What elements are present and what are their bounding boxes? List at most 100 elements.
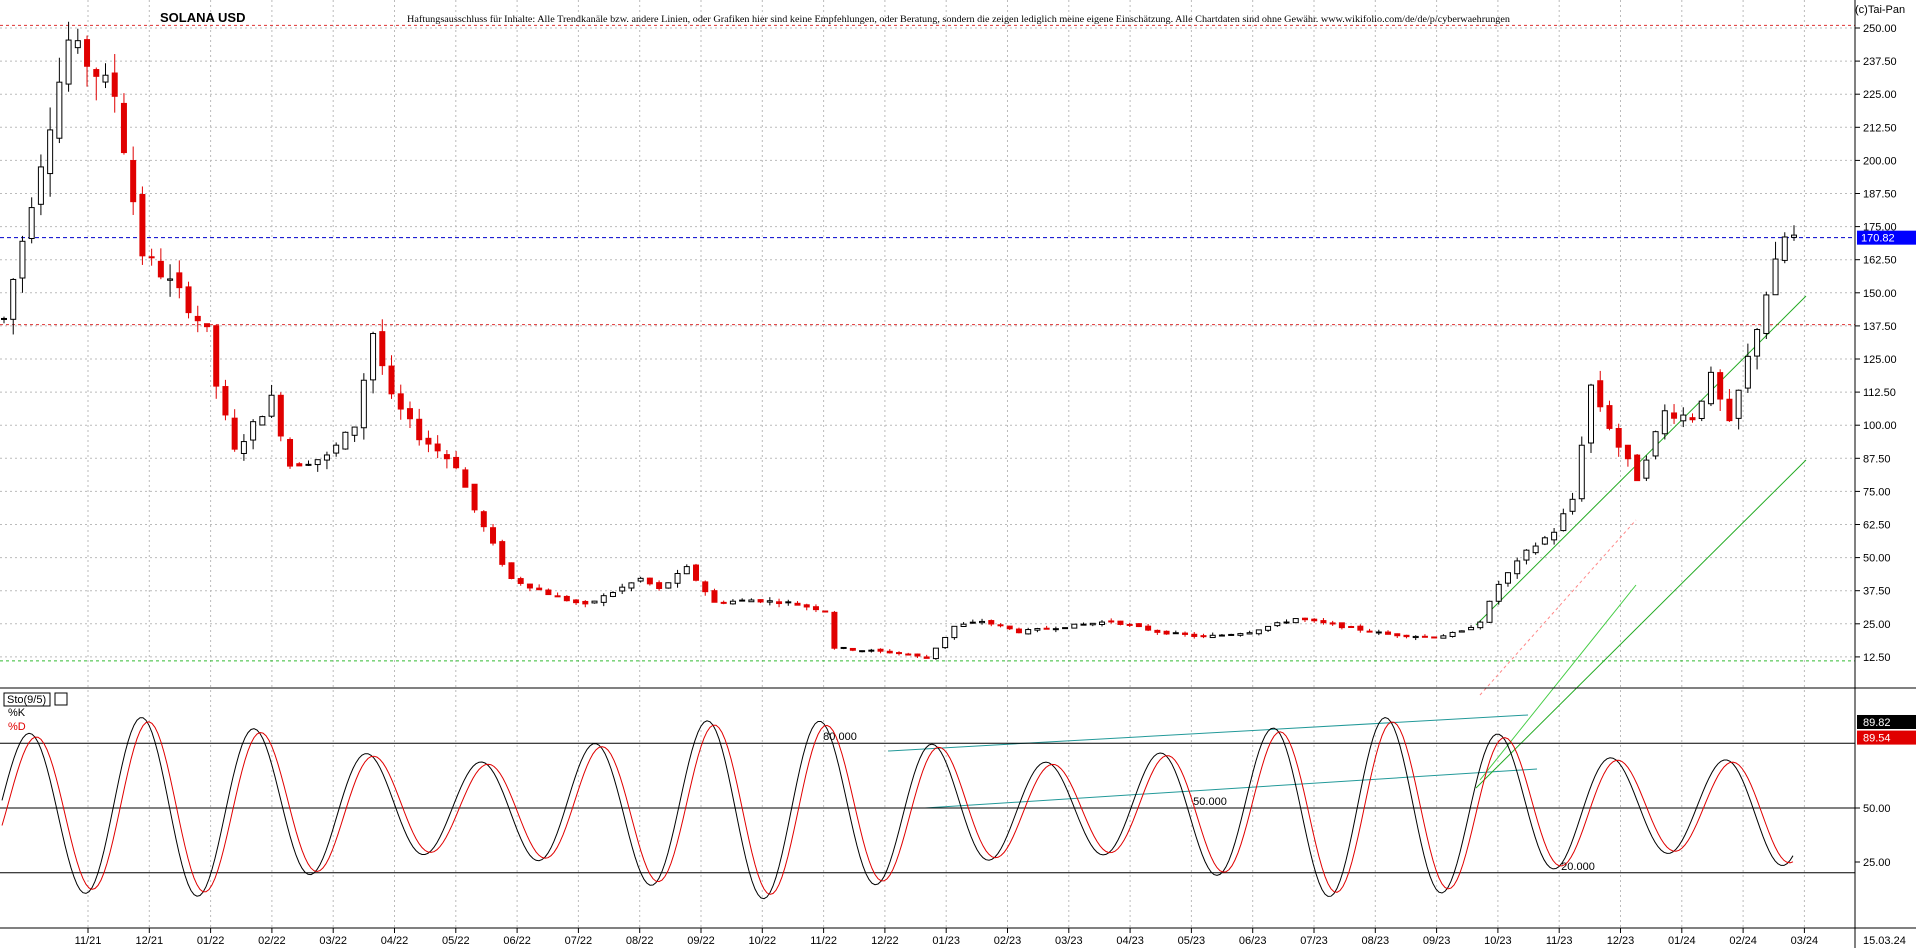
candle-body bbox=[47, 129, 54, 175]
y-tick-label: 100.00 bbox=[1863, 420, 1897, 432]
stoch-level-label: 20.000 bbox=[1561, 861, 1595, 873]
candle-body bbox=[1689, 417, 1696, 421]
candle-body bbox=[637, 577, 644, 582]
candle-body bbox=[74, 40, 81, 49]
candle-body bbox=[1744, 355, 1751, 389]
candle-body bbox=[1394, 633, 1401, 637]
candle-body bbox=[1615, 428, 1622, 448]
x-tick-label: 08/23 bbox=[1362, 935, 1390, 947]
candle-body bbox=[1781, 236, 1788, 261]
x-tick-label: 05/23 bbox=[1178, 935, 1206, 947]
y-tick-label: 237.50 bbox=[1863, 56, 1897, 68]
x-tick-label: 02/23 bbox=[994, 935, 1022, 947]
candle-body bbox=[812, 606, 819, 611]
y-tick-label: 75.00 bbox=[1863, 486, 1891, 498]
candle-body bbox=[1154, 629, 1161, 633]
x-tick-label: 10/23 bbox=[1484, 935, 1512, 947]
candle-body bbox=[1569, 498, 1576, 512]
candle-body bbox=[1200, 635, 1207, 638]
candle-body bbox=[646, 577, 653, 585]
candle-body bbox=[130, 160, 137, 203]
y-tick-label: 25.00 bbox=[1863, 619, 1891, 631]
candle-body bbox=[1671, 412, 1678, 419]
x-tick-label: 02/24 bbox=[1729, 935, 1757, 947]
candle-body bbox=[351, 426, 358, 436]
candle-body bbox=[222, 386, 229, 416]
candle-body bbox=[729, 600, 736, 605]
x-tick-label: 10/22 bbox=[749, 935, 777, 947]
candle-body bbox=[231, 417, 238, 450]
candle-body bbox=[28, 207, 35, 240]
candle-body bbox=[499, 541, 506, 565]
candle-body bbox=[1126, 623, 1133, 626]
candle-body bbox=[1791, 234, 1797, 238]
candle-body bbox=[969, 621, 976, 624]
candle-body bbox=[1717, 372, 1724, 400]
candle-body bbox=[1237, 633, 1244, 636]
x-tick-label: 01/24 bbox=[1668, 935, 1696, 947]
candle-body bbox=[1015, 628, 1022, 634]
candle-body bbox=[785, 601, 792, 604]
y-tick-label: 225.00 bbox=[1863, 89, 1897, 101]
candle-body bbox=[480, 511, 487, 528]
candle-body bbox=[886, 650, 893, 654]
candle-body bbox=[1283, 621, 1290, 624]
candle-body bbox=[305, 463, 312, 466]
candle-body bbox=[776, 601, 783, 605]
candle-body bbox=[822, 610, 829, 613]
last-d-label: 89.54 bbox=[1863, 733, 1891, 745]
candle-body bbox=[1634, 454, 1641, 482]
candle-body bbox=[1209, 634, 1216, 639]
candle-body bbox=[167, 278, 174, 281]
candle-body bbox=[517, 578, 524, 584]
date-label: 15.03.24 bbox=[1863, 935, 1906, 947]
candle-body bbox=[268, 394, 275, 417]
candle-body bbox=[1551, 531, 1558, 541]
candle-body bbox=[102, 74, 109, 83]
candle-body bbox=[960, 623, 967, 627]
candle-body bbox=[1108, 620, 1115, 623]
candle-body bbox=[333, 444, 340, 454]
candle-body bbox=[1597, 380, 1604, 408]
last-k-label: 89.82 bbox=[1863, 717, 1891, 729]
x-tick-label: 01/23 bbox=[932, 935, 960, 947]
candle-body bbox=[1624, 444, 1631, 460]
candle-body bbox=[674, 573, 681, 584]
candle-body bbox=[453, 456, 460, 469]
candle-body bbox=[1218, 634, 1225, 637]
legend-d: %D bbox=[8, 721, 26, 733]
candle-body bbox=[748, 599, 755, 603]
stoch-y-label: 25.00 bbox=[1863, 857, 1891, 869]
candle-body bbox=[1320, 620, 1327, 624]
candle-body bbox=[1504, 572, 1511, 584]
candle-body bbox=[766, 600, 773, 603]
candle-body bbox=[739, 599, 746, 602]
candle-body bbox=[1680, 414, 1687, 422]
y-tick-label: 125.00 bbox=[1863, 354, 1897, 366]
candle-body bbox=[84, 39, 91, 67]
candle-body bbox=[406, 408, 413, 420]
candle-body bbox=[923, 656, 930, 659]
chart: 170.82 80.000 50.000 20.000 50.00 25.00 89.82… bbox=[0, 0, 1916, 948]
candle-body bbox=[250, 421, 257, 441]
y-tick-label: 50.00 bbox=[1863, 553, 1891, 565]
candle-body bbox=[1560, 513, 1567, 532]
candle-body bbox=[757, 599, 764, 603]
candle-body bbox=[849, 647, 856, 651]
x-tick-label: 03/23 bbox=[1055, 935, 1083, 947]
candle-body bbox=[1772, 258, 1779, 296]
candle-body bbox=[1311, 618, 1318, 622]
y-tick-label: 250.00 bbox=[1863, 23, 1897, 35]
candle-body bbox=[1089, 622, 1096, 626]
candle-body bbox=[1006, 625, 1013, 630]
x-tick-label: 03/22 bbox=[319, 935, 347, 947]
candle-body bbox=[1034, 628, 1041, 631]
candle-body bbox=[951, 625, 958, 639]
candle-body bbox=[277, 394, 284, 437]
candle-body bbox=[1477, 621, 1484, 629]
disclaimer-text: Haftungsausschluss für Inhalte: Alle Tre… bbox=[407, 14, 1511, 24]
y-tick-label: 162.50 bbox=[1863, 255, 1897, 267]
candle-body bbox=[905, 653, 912, 656]
x-tick-label: 11/21 bbox=[75, 935, 102, 947]
candle-body bbox=[1375, 631, 1382, 634]
